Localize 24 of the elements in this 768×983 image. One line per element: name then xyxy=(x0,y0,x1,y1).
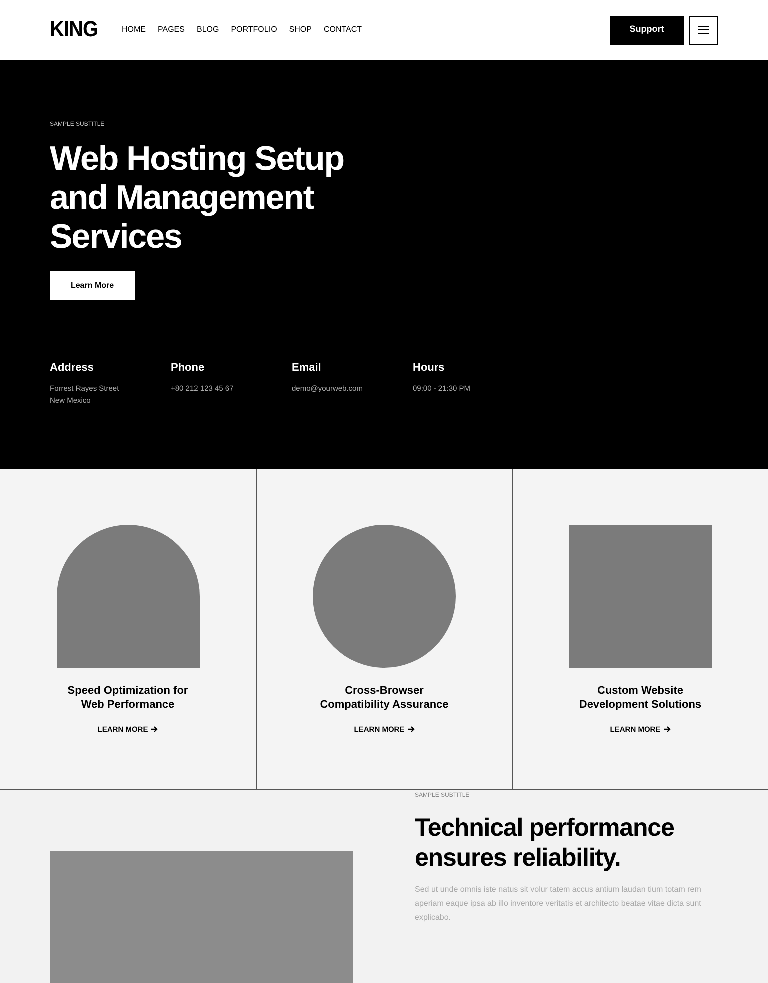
contact-label: Address xyxy=(50,361,96,376)
about-title: Technical performance ensures reliability. xyxy=(415,813,676,873)
menu-icon xyxy=(698,26,709,34)
logo[interactable]: KING xyxy=(50,14,98,46)
nav-link[interactable]: PAGES xyxy=(158,24,185,36)
learn-more-button[interactable]: Learn More xyxy=(50,271,135,300)
contact-label: Hours xyxy=(413,361,446,376)
contact-label: Email xyxy=(292,361,322,376)
arrow-right-icon xyxy=(151,726,158,734)
menu-button[interactable] xyxy=(689,16,718,44)
nav-link[interactable]: BLOG xyxy=(196,24,220,36)
about-text: Sed ut unde omnis iste natus sit volur tatem accus antium laudan tium totam rem aperiam eaque ipsa ab illo inventore veritatis et architecto beatae vitae dicta sunt explicabo. xyxy=(415,884,702,924)
nav-link[interactable]: CONTACT xyxy=(324,24,362,36)
support-button[interactable]: Support xyxy=(610,16,684,44)
arrow-right-icon xyxy=(408,726,415,734)
nav-link[interactable]: HOME xyxy=(122,24,146,36)
service-title: Custom Website Development Solutions xyxy=(579,684,702,712)
nav-link[interactable]: SHOP xyxy=(289,24,312,36)
arrow-right-icon xyxy=(664,726,671,734)
service-title: Speed Optimization for Web Performance xyxy=(68,684,188,712)
nav-link[interactable]: PORTFOLIO xyxy=(231,24,278,36)
hero-title: Web Hosting Setup and Management Services xyxy=(50,140,346,257)
service-title: Cross-Browser Compatibility Assurance xyxy=(320,684,449,712)
contact-label: Phone xyxy=(171,361,206,376)
